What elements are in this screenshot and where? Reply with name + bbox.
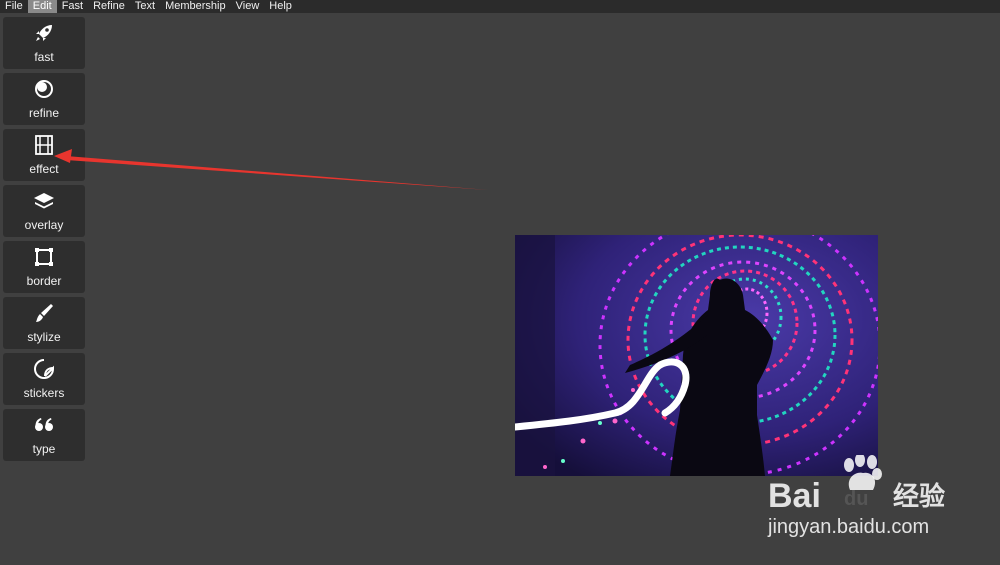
menu-view[interactable]: View — [231, 0, 265, 13]
tool-fast-label: fast — [34, 50, 54, 64]
tool-sidebar: fast refine effect overlay border styliz… — [3, 17, 85, 465]
menu-text[interactable]: Text — [130, 0, 160, 13]
tool-overlay-label: overlay — [24, 218, 64, 232]
tool-border-label: border — [26, 274, 62, 288]
rocket-icon — [33, 22, 55, 44]
refine-icon — [33, 78, 55, 100]
watermark-url: jingyan.baidu.com — [767, 516, 929, 538]
baidu-watermark: Bai du 经验 jingyan.baidu.com — [765, 453, 1000, 560]
menu-refine[interactable]: Refine — [88, 0, 130, 13]
sticker-icon — [33, 358, 55, 380]
tool-stylize-button[interactable]: stylize — [3, 297, 85, 349]
tool-type-label: type — [32, 442, 56, 456]
tool-effect-label: effect — [29, 162, 59, 176]
tool-stylize-label: stylize — [27, 330, 61, 344]
tool-refine-label: refine — [28, 106, 60, 120]
menu-fast[interactable]: Fast — [57, 0, 88, 13]
tool-refine-button[interactable]: refine — [3, 73, 85, 125]
film-icon — [33, 134, 55, 156]
baidu-paw-logo: Bai du 经验 jingyan.baidu.com — [767, 453, 945, 538]
tool-effect-button[interactable]: effect — [3, 129, 85, 181]
watermark-du: du — [844, 488, 868, 510]
photo-canvas[interactable] — [515, 235, 878, 476]
watermark-bai: Bai — [768, 477, 821, 515]
menu-help[interactable]: Help — [264, 0, 297, 13]
tool-overlay-button[interactable]: overlay — [3, 185, 85, 237]
tool-border-button[interactable]: border — [3, 241, 85, 293]
layers-icon — [33, 190, 55, 212]
menu-membership[interactable]: Membership — [160, 0, 231, 13]
tool-fast-button[interactable]: fast — [3, 17, 85, 69]
tool-stickers-label: stickers — [23, 386, 65, 400]
watermark-jingyan-cn: 经验 — [893, 481, 945, 512]
tool-stickers-button[interactable]: stickers — [3, 353, 85, 405]
quote-icon — [33, 414, 55, 436]
menu-bar: File Edit Fast Refine Text Membership Vi… — [0, 0, 1000, 13]
brush-icon — [33, 302, 55, 324]
light-painting-photo — [515, 235, 878, 476]
tool-type-button[interactable]: type — [3, 409, 85, 461]
menu-file[interactable]: File — [0, 0, 28, 13]
menu-edit[interactable]: Edit — [27, 0, 57, 13]
border-frame-icon — [33, 246, 55, 268]
